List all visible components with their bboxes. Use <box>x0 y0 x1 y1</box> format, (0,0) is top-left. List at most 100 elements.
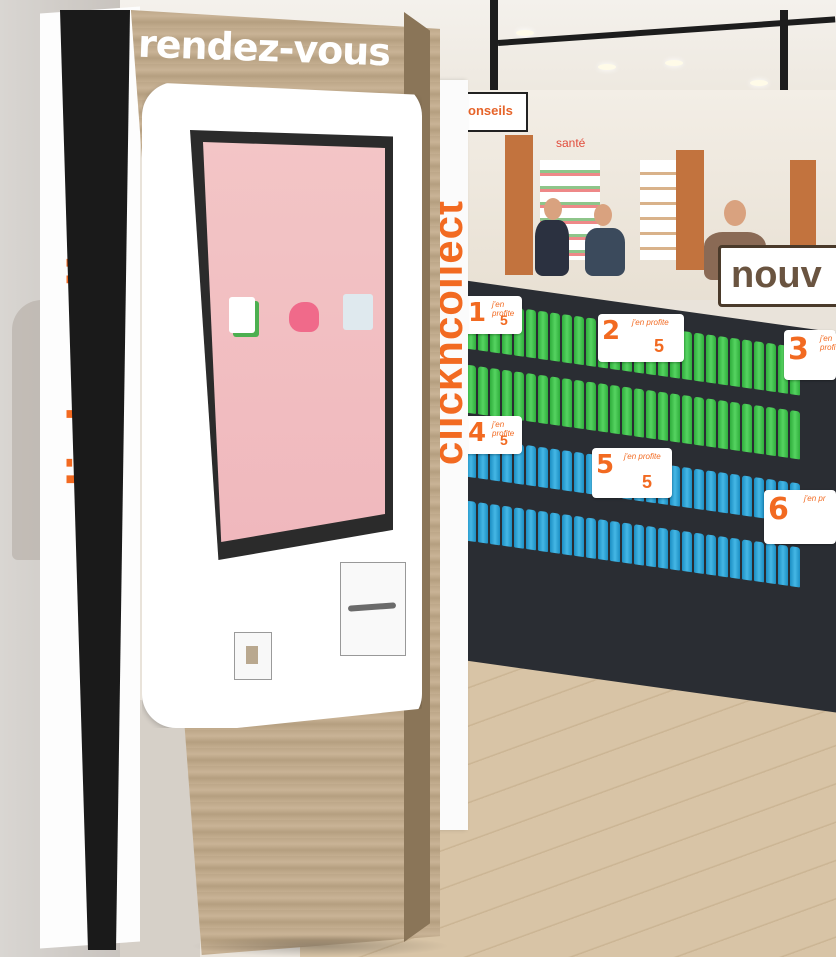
green-bottle <box>550 312 560 362</box>
blue-bottle <box>730 537 740 580</box>
price-card-number: 2 <box>602 316 621 346</box>
blue-bottle <box>706 534 716 576</box>
green-bottle <box>574 315 584 366</box>
blue-bottle <box>658 527 668 569</box>
green-bottle <box>742 403 752 453</box>
price-card: 5 j'en profite 5 <box>592 448 672 498</box>
green-bottle <box>502 369 512 420</box>
green-bottle <box>670 393 680 443</box>
green-bottle <box>586 317 596 367</box>
nouv-sign: nouv <box>718 245 836 307</box>
sante-sign: santé <box>556 136 586 150</box>
blue-bottle <box>526 508 536 551</box>
green-bottle <box>646 389 656 440</box>
price-card-label: j'en profite <box>624 452 661 461</box>
green-bottle <box>478 366 488 416</box>
green-bottle <box>730 337 740 388</box>
blue-bottle <box>790 546 800 588</box>
green-bottle <box>706 334 716 384</box>
green-bottle <box>658 391 668 441</box>
green-bottle <box>622 386 632 436</box>
ceiling-light <box>750 80 768 86</box>
nouv-sign-text: nouv <box>731 254 822 296</box>
green-bottle <box>778 408 788 458</box>
blue-bottle <box>718 471 728 514</box>
price-card-price: 5 <box>654 336 665 356</box>
blue-bottle <box>574 515 584 558</box>
blue-bottle <box>646 525 656 568</box>
ceiling-light <box>598 64 616 70</box>
back-door <box>505 135 533 275</box>
price-card: 2 j'en profite 5 <box>598 314 684 362</box>
person-head <box>594 204 612 226</box>
blue-bottle <box>670 529 680 571</box>
kiosk-screen[interactable] <box>203 142 385 542</box>
card-slot[interactable] <box>246 646 258 664</box>
store-scene: onseils santé nouv 1 j'en profite 5 2 j'… <box>0 0 836 957</box>
green-bottle <box>610 384 620 435</box>
blue-bottle <box>478 502 488 544</box>
blue-bottle <box>538 510 548 553</box>
blue-bottle <box>490 503 500 546</box>
blue-bottle <box>682 466 692 509</box>
conseils-sign-text: onseils <box>468 103 513 118</box>
green-bottle <box>766 406 776 457</box>
green-bottle <box>706 398 716 448</box>
green-bottle <box>694 396 704 447</box>
price-card-price: 5 <box>500 432 508 448</box>
green-bottle <box>598 383 608 433</box>
map-icon[interactable] <box>343 294 373 330</box>
green-bottle <box>574 379 584 430</box>
green-bottle <box>562 378 572 428</box>
green-bottle <box>562 314 572 364</box>
green-bottle <box>514 371 524 421</box>
ceiling-light <box>665 60 683 66</box>
green-bottle <box>634 388 644 438</box>
green-bottle <box>550 376 560 426</box>
price-card: 6 j'en pr <box>764 490 836 544</box>
blue-bottle <box>682 530 692 573</box>
price-card-number: 6 <box>768 492 789 527</box>
blue-bottle <box>694 532 704 575</box>
price-card-price: 5 <box>642 472 653 492</box>
price-card-label: j'en profite <box>820 334 836 352</box>
blue-bottle <box>622 522 632 564</box>
blue-bottle <box>694 468 704 511</box>
green-bottle <box>526 308 536 359</box>
price-card-number: 5 <box>596 450 615 480</box>
green-bottle <box>490 367 500 418</box>
person-head <box>544 198 562 220</box>
price-card-number: 3 <box>788 332 809 367</box>
blue-bottle <box>574 451 584 494</box>
blue-bottle <box>778 544 788 586</box>
green-bottle <box>742 339 752 389</box>
green-bottle <box>718 335 728 386</box>
green-bottle <box>730 401 740 452</box>
blue-bottle <box>598 519 608 561</box>
price-card-label: j'en profite <box>632 318 669 327</box>
back-door <box>790 160 816 250</box>
green-bottle <box>526 372 536 423</box>
person-head <box>724 200 746 226</box>
price-card: 3 j'en profite <box>784 330 836 380</box>
blue-bottle <box>742 539 752 581</box>
green-bottle <box>682 394 692 445</box>
blue-bottle <box>754 541 764 583</box>
price-card-label: j'en pr <box>804 494 826 503</box>
green-bottle <box>754 405 764 455</box>
blue-bottle <box>502 505 512 548</box>
blue-bottle <box>562 514 572 556</box>
scooter-icon[interactable] <box>289 302 319 332</box>
blue-bottle <box>550 448 560 490</box>
green-bottle <box>586 381 596 431</box>
kiosk-title: rendez-vous <box>137 21 391 75</box>
green-bottle <box>718 399 728 450</box>
blue-bottle <box>706 470 716 512</box>
blue-bottle <box>550 512 560 554</box>
blue-bottle <box>526 444 536 487</box>
blue-bottle <box>562 450 572 492</box>
documents-icon[interactable] <box>229 297 255 333</box>
price-card-price: 5 <box>500 312 508 328</box>
green-bottle <box>790 410 800 460</box>
green-bottle <box>694 332 704 383</box>
